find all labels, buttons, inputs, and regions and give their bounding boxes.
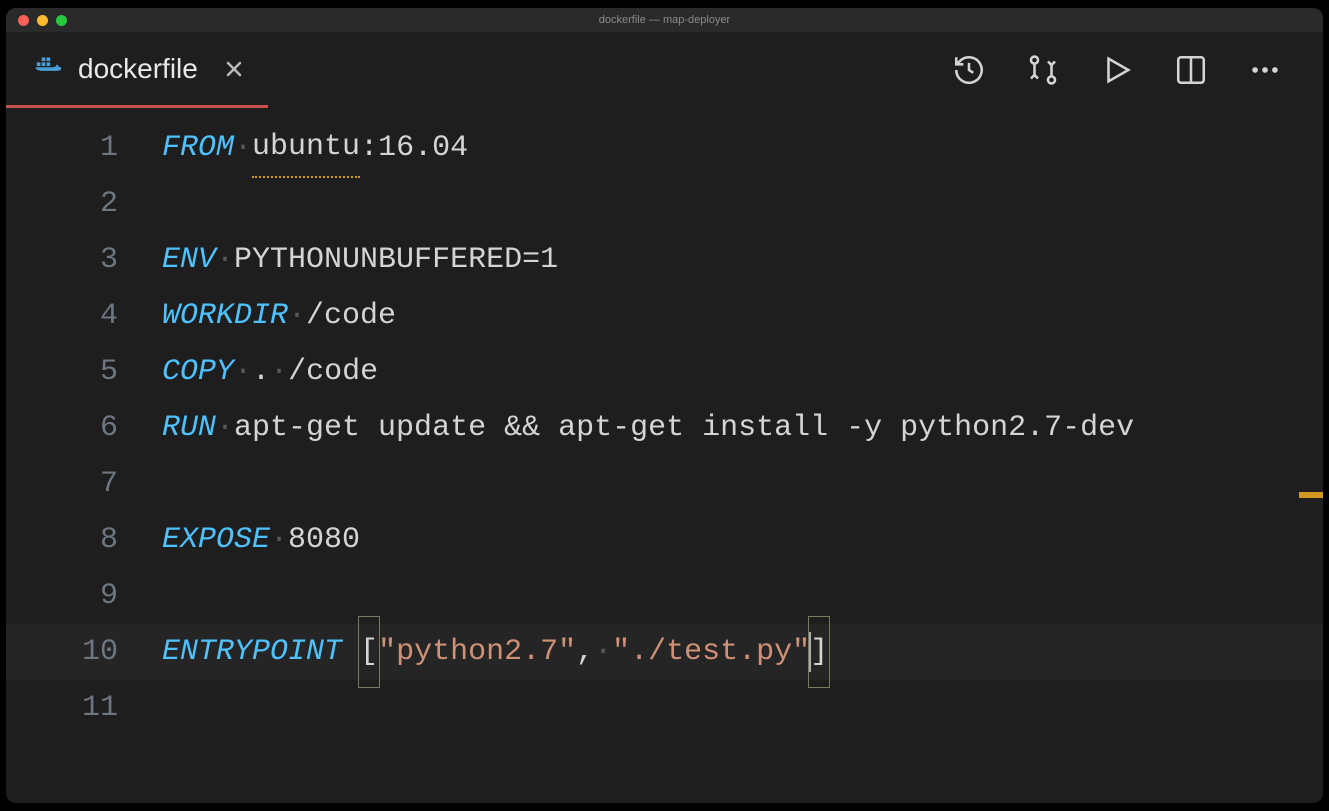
workdir-path: /code: [306, 288, 396, 344]
line-number: 1: [6, 120, 162, 176]
more-actions-icon[interactable]: [1247, 52, 1283, 88]
tab-dockerfile[interactable]: dockerfile: [6, 32, 268, 108]
line-number: 5: [6, 344, 162, 400]
editor-toolbar: [951, 52, 1303, 88]
run-command: apt-get update && apt-get install -y pyt…: [234, 400, 1134, 456]
bracket-close: ]: [810, 635, 828, 669]
code-line-2[interactable]: 2: [6, 176, 1323, 232]
docker-icon: [34, 55, 64, 82]
image-name: ubuntu: [252, 119, 360, 178]
code-line-9[interactable]: 9: [6, 568, 1323, 624]
line-number: 3: [6, 232, 162, 288]
bracket-open: [: [360, 635, 378, 669]
comma: ,: [576, 624, 594, 680]
titlebar: dockerfile — map-deployer: [6, 8, 1323, 32]
tab-bar: dockerfile: [6, 32, 1323, 108]
line-number: 7: [6, 456, 162, 512]
keyword-expose: EXPOSE: [162, 512, 270, 568]
minimize-window-button[interactable]: [37, 15, 48, 26]
code-line-3[interactable]: 3 ENV·PYTHONUNBUFFERED=1: [6, 232, 1323, 288]
code-line-1[interactable]: 1 FROM·ubuntu:16.04: [6, 120, 1323, 176]
close-tab-button[interactable]: [220, 55, 248, 83]
line-number: 9: [6, 568, 162, 624]
run-icon[interactable]: [1099, 52, 1135, 88]
code-line-5[interactable]: 5 COPY·.·/code: [6, 344, 1323, 400]
window-controls: [6, 15, 67, 26]
window-title: dockerfile — map-deployer: [599, 14, 730, 26]
keyword-from: FROM: [162, 120, 234, 176]
code-line-6[interactable]: 6 RUN·apt-get update && apt-get install …: [6, 400, 1323, 456]
keyword-workdir: WORKDIR: [162, 288, 288, 344]
entrypoint-arg-2: "./test.py": [612, 624, 810, 680]
maximize-window-button[interactable]: [56, 15, 67, 26]
line-number: 6: [6, 400, 162, 456]
code-editor[interactable]: 1 FROM·ubuntu:16.04 2 3 ENV·PYTHONUNBUFF…: [6, 108, 1323, 736]
tab-container: dockerfile: [6, 32, 268, 108]
copy-src: .: [252, 344, 270, 400]
line-number: 4: [6, 288, 162, 344]
code-line-11[interactable]: 11: [6, 680, 1323, 736]
code-line-4[interactable]: 4 WORKDIR·/code: [6, 288, 1323, 344]
close-window-button[interactable]: [18, 15, 29, 26]
minimap-warning-marker[interactable]: [1299, 492, 1323, 498]
image-tag: :16.04: [360, 120, 468, 176]
expose-port: 8080: [288, 512, 360, 568]
keyword-run: RUN: [162, 400, 216, 456]
compare-changes-icon[interactable]: [1025, 52, 1061, 88]
keyword-entrypoint: ENTRYPOINT: [162, 624, 342, 680]
tab-title: dockerfile: [78, 53, 198, 85]
code-line-8[interactable]: 8 EXPOSE·8080: [6, 512, 1323, 568]
history-icon[interactable]: [951, 52, 987, 88]
keyword-copy: COPY: [162, 344, 234, 400]
line-number: 8: [6, 512, 162, 568]
keyword-env: ENV: [162, 232, 216, 288]
line-number: 11: [6, 680, 162, 736]
entrypoint-arg-1: "python2.7": [378, 624, 576, 680]
code-line-7[interactable]: 7: [6, 456, 1323, 512]
copy-dst: /code: [288, 344, 378, 400]
line-number: 2: [6, 176, 162, 232]
split-editor-icon[interactable]: [1173, 52, 1209, 88]
code-line-10[interactable]: 10 ENTRYPOINT ["python2.7",·"./test.py"]: [6, 624, 1323, 680]
env-value: PYTHONUNBUFFERED=1: [234, 232, 558, 288]
editor-window: dockerfile — map-deployer dockerfile: [6, 8, 1323, 803]
line-number: 10: [6, 624, 162, 680]
